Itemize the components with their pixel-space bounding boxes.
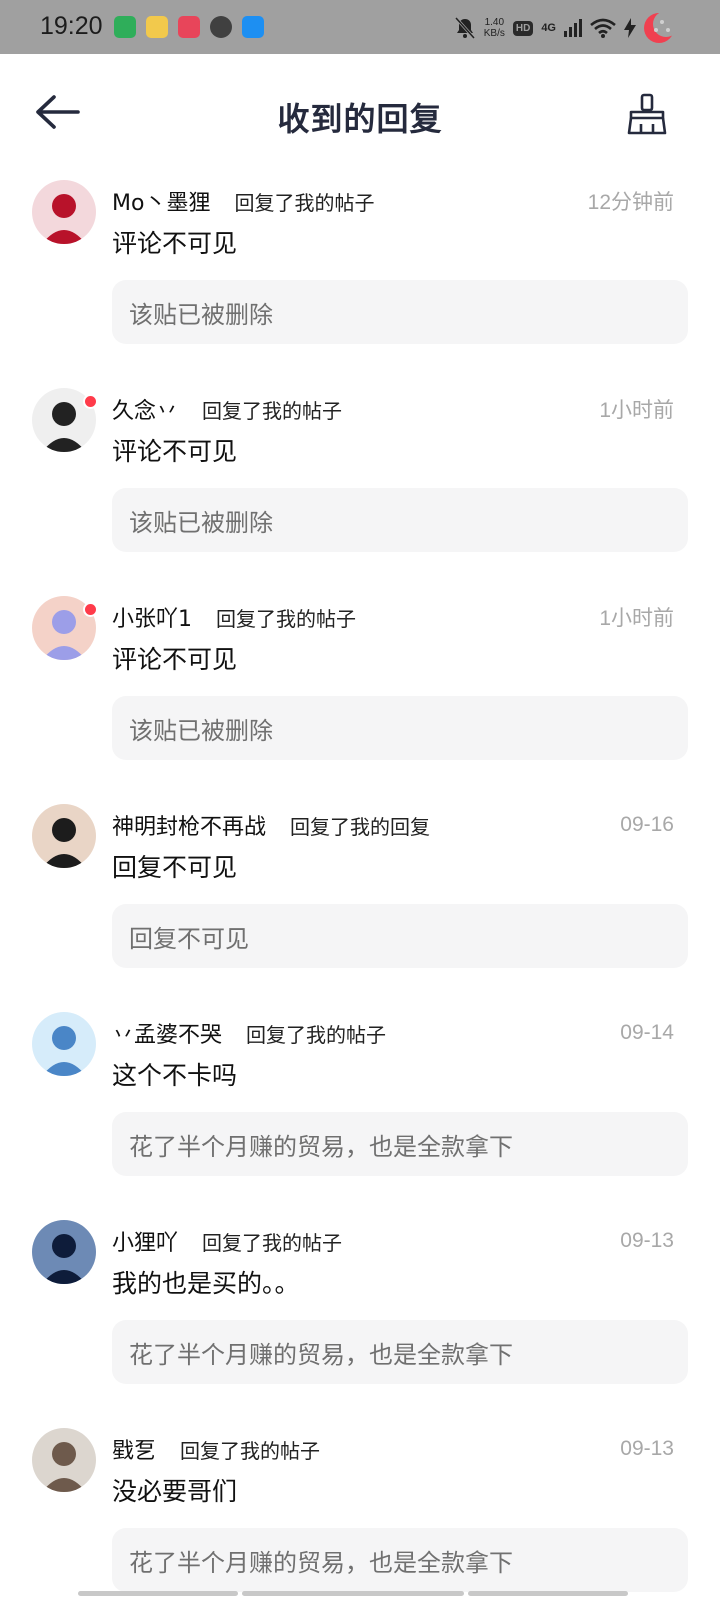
reply-content: 没必要哥们 [112, 1477, 238, 1506]
reply-content: 评论不可见 [112, 229, 238, 258]
mute-bell-icon [454, 16, 475, 40]
app-notification-icon [210, 16, 232, 38]
network-speed: 1.40 KB/s [483, 17, 505, 39]
reply-time: 09-13 [620, 1437, 674, 1460]
avatar[interactable] [32, 180, 98, 246]
avatar-image [32, 180, 96, 244]
avatar-image [32, 1220, 96, 1284]
quoted-post[interactable]: 回复不可见 [112, 904, 688, 968]
quoted-post[interactable]: 该贴已被删除 [112, 696, 688, 760]
reply-action: 回复了我的帖子 [216, 606, 356, 631]
hd-badge: HD [512, 20, 534, 36]
unread-dot [83, 602, 98, 617]
reply-action: 回复了我的回复 [290, 814, 431, 839]
reply-list: Mo丶墨狸 回复了我的帖子 12分钟前 评论不可见 该贴已被删除 久念丷 回复了… [0, 180, 720, 1600]
app-notification-icon [114, 16, 136, 38]
reply-meta: 小狸吖 回复了我的帖子 09-13 [112, 1224, 674, 1258]
username[interactable]: Mo丶墨狸 [112, 185, 210, 217]
unread-dot [83, 394, 98, 409]
page-title: 收到的回复 [277, 100, 443, 138]
reply-meta: 久念丷 回复了我的帖子 1小时前 [112, 392, 674, 426]
reply-item[interactable]: 久念丷 回复了我的帖子 1小时前 评论不可见 该贴已被删除 [0, 388, 720, 596]
quoted-post[interactable]: 该贴已被删除 [112, 488, 688, 552]
quoted-post[interactable]: 花了半个月赚的贸易，也是全款拿下 [112, 1528, 688, 1592]
reply-content: 我的也是买的。。 [112, 1269, 300, 1298]
reply-time: 1小时前 [599, 607, 674, 630]
gesture-bar [468, 1591, 628, 1596]
reply-time: 1小时前 [599, 399, 674, 422]
signal-icon [564, 19, 582, 37]
reply-meta: 戥乭 回复了我的帖子 09-13 [112, 1432, 674, 1466]
app-notification-icon [178, 16, 200, 38]
reply-time: 09-13 [620, 1229, 674, 1252]
reply-meta: 小张吖1 回复了我的帖子 1小时前 [112, 600, 674, 634]
reply-time: 09-16 [620, 813, 674, 836]
reply-item[interactable]: 小狸吖 回复了我的帖子 09-13 我的也是买的。。 花了半个月赚的贸易，也是全… [0, 1220, 720, 1428]
username[interactable]: 小狸吖 [112, 1225, 178, 1257]
gesture-bar [78, 1591, 238, 1596]
avatar[interactable] [32, 596, 98, 662]
reply-item[interactable]: 小张吖1 回复了我的帖子 1小时前 评论不可见 该贴已被删除 [0, 596, 720, 804]
avatar-image [32, 1428, 96, 1492]
reply-item[interactable]: 神明封枪不再战 回复了我的回复 09-16 回复不可见 回复不可见 [0, 804, 720, 1012]
reply-meta: 神明封枪不再战 回复了我的回复 09-16 [112, 808, 674, 842]
reply-meta: 丷孟婆不哭 回复了我的帖子 09-14 [112, 1016, 674, 1050]
reply-item[interactable]: Mo丶墨狸 回复了我的帖子 12分钟前 评论不可见 该贴已被删除 [0, 180, 720, 388]
avatar[interactable] [32, 1220, 98, 1286]
username[interactable]: 戥乭 [112, 1433, 156, 1465]
reply-item[interactable]: 戥乭 回复了我的帖子 09-13 没必要哥们 花了半个月赚的贸易，也是全款拿下 [0, 1428, 720, 1600]
status-time: 19:20 [40, 12, 103, 40]
username[interactable]: 丷孟婆不哭 [112, 1017, 222, 1049]
app-notification-icon [146, 16, 168, 38]
reply-meta: Mo丶墨狸 回复了我的帖子 12分钟前 [112, 184, 674, 218]
reply-content: 回复不可见 [112, 853, 238, 882]
app-notification-icon [242, 16, 264, 38]
status-bar: 19:20 1.40 KB/s HD 4G [0, 0, 720, 54]
notification-icons [114, 16, 264, 38]
reply-content: 这个不卡吗 [112, 1061, 238, 1090]
system-icons: 1.40 KB/s HD 4G [454, 11, 679, 43]
network-type: 4G [541, 22, 556, 34]
username[interactable]: 久念丷 [112, 393, 178, 425]
reply-time: 09-14 [620, 1021, 674, 1044]
reply-time: 12分钟前 [587, 191, 674, 214]
quoted-post[interactable]: 花了半个月赚的贸易，也是全款拿下 [112, 1320, 688, 1384]
reply-item[interactable]: 丷孟婆不哭 回复了我的帖子 09-14 这个不卡吗 花了半个月赚的贸易，也是全款… [0, 1012, 720, 1220]
avatar[interactable] [32, 804, 98, 870]
avatar[interactable] [32, 1012, 98, 1078]
avatar-image [32, 804, 96, 868]
avatar[interactable] [32, 388, 98, 454]
reply-action: 回复了我的帖子 [234, 190, 375, 215]
avatar[interactable] [32, 1428, 98, 1494]
wifi-icon [590, 18, 616, 38]
reply-action: 回复了我的帖子 [202, 1230, 343, 1255]
broom-clear-icon[interactable] [626, 92, 668, 136]
reply-content: 评论不可见 [112, 645, 238, 674]
gesture-bar [242, 1591, 464, 1596]
quoted-post[interactable]: 该贴已被删除 [112, 280, 688, 344]
username[interactable]: 神明封枪不再战 [112, 809, 266, 841]
reply-action: 回复了我的帖子 [180, 1438, 321, 1463]
reply-action: 回复了我的帖子 [246, 1022, 387, 1047]
top-bar: 收到的回复 [0, 54, 720, 174]
charging-icon [624, 18, 636, 38]
username[interactable]: 小张吖1 [112, 601, 192, 633]
avatar-image [32, 1012, 96, 1076]
reply-content: 评论不可见 [112, 437, 238, 466]
quoted-post[interactable]: 花了半个月赚的贸易，也是全款拿下 [112, 1112, 688, 1176]
sparkle-icon [654, 20, 670, 32]
reply-action: 回复了我的帖子 [202, 398, 343, 423]
